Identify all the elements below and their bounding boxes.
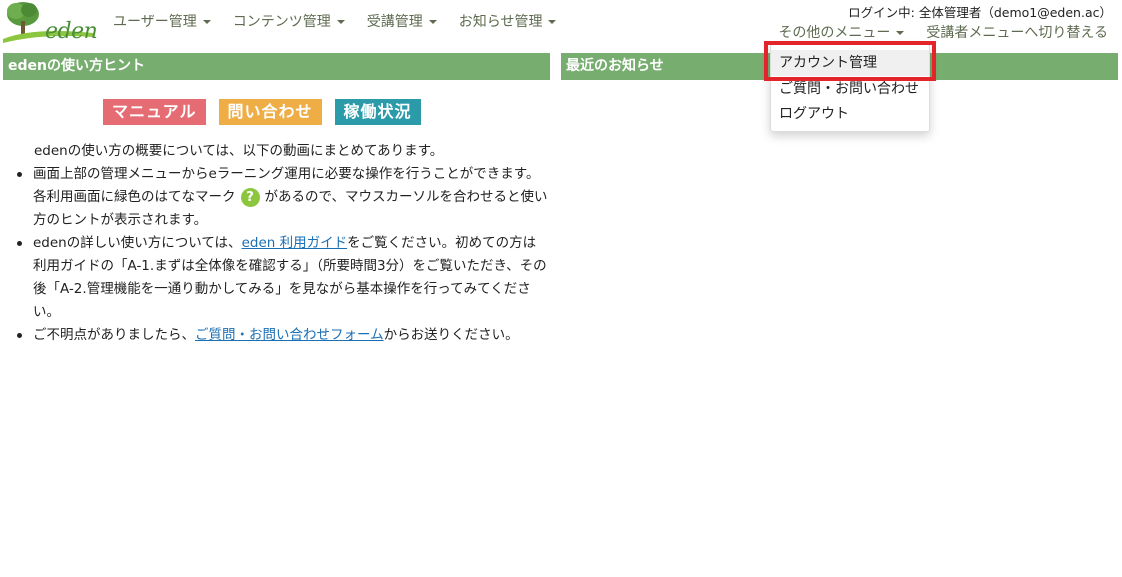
menu-item-logout[interactable]: ログアウト	[771, 101, 929, 127]
hint-text: edenの詳しい使い方については、	[33, 235, 242, 251]
top-right-menu: その他のメニュー 受講者メニューへ切り替える	[778, 22, 1108, 42]
nav-label: 受講管理	[366, 14, 423, 30]
caret-down-icon	[336, 20, 345, 24]
caret-down-icon	[428, 20, 437, 24]
switch-to-learner-link[interactable]: 受講者メニューへ切り替える	[926, 22, 1108, 42]
hint-text: ご不明点がありましたら、	[33, 327, 195, 343]
login-info: ログイン中: 全体管理者（demo1@eden.ac）	[848, 5, 1112, 20]
inquiry-form-link[interactable]: ご質問・お問い合わせフォーム	[195, 327, 384, 343]
logo-text: eden	[45, 19, 98, 44]
other-menu-toggle[interactable]: その他のメニュー	[778, 22, 905, 42]
other-menu-label: その他のメニュー	[778, 25, 891, 41]
list-item: ご不明点がありましたら、ご質問・お問い合わせフォームからお送りください。	[17, 324, 549, 347]
nav-label: コンテンツ管理	[232, 14, 331, 30]
usage-guide-link[interactable]: eden 利用ガイド	[242, 235, 348, 251]
contact-button[interactable]: 問い合わせ	[218, 99, 322, 125]
nav-user-management[interactable]: ユーザー管理	[113, 11, 211, 31]
status-button[interactable]: 稼働状況	[334, 99, 421, 125]
list-item: edenの詳しい使い方については、eden 利用ガイドをご覧ください。初めての方…	[17, 232, 549, 324]
caret-down-icon	[896, 31, 905, 35]
hint-text: からお送りください。	[383, 327, 519, 343]
hint-list: 画面上部の管理メニューからeラーニング運用に必要な操作を行うことができます。各利…	[9, 163, 549, 347]
nav-content-management[interactable]: コンテンツ管理	[233, 11, 345, 31]
caret-down-icon	[202, 20, 211, 24]
admin-dashboard: eden ユーザー管理 コンテンツ管理 受講管理 お知らせ管理 ログイン中: 全…	[0, 0, 1122, 577]
caret-down-icon	[548, 20, 557, 24]
menu-item-inquiry[interactable]: ご質問・お問い合わせ	[771, 76, 929, 102]
nav-label: ユーザー管理	[113, 14, 197, 30]
list-item: 画面上部の管理メニューからeラーニング運用に必要な操作を行うことができます。各利…	[17, 163, 549, 232]
nav-notice-management[interactable]: お知らせ管理	[459, 11, 557, 31]
nav-course-management[interactable]: 受講管理	[367, 11, 437, 31]
manual-button[interactable]: マニュアル	[103, 99, 206, 125]
hints-panel-title: edenの使い方ヒント	[3, 53, 550, 80]
menu-item-account-management[interactable]: アカウント管理	[771, 50, 929, 76]
main-nav: ユーザー管理 コンテンツ管理 受講管理 お知らせ管理	[113, 11, 578, 31]
question-mark-icon: ?	[240, 187, 260, 207]
hint-buttons: マニュアル 問い合わせ 稼働状況	[103, 99, 434, 125]
other-menu-dropdown: アカウント管理 ご質問・お問い合わせ ログアウト	[770, 44, 930, 132]
nav-label: お知らせ管理	[458, 14, 543, 30]
intro-text: edenの使い方の概要については、以下の動画にまとめてあります。	[34, 143, 444, 159]
eden-logo[interactable]: eden	[3, 1, 98, 44]
hints-content: edenの使い方の概要については、以下の動画にまとめてあります。 画面上部の管理…	[9, 140, 549, 347]
